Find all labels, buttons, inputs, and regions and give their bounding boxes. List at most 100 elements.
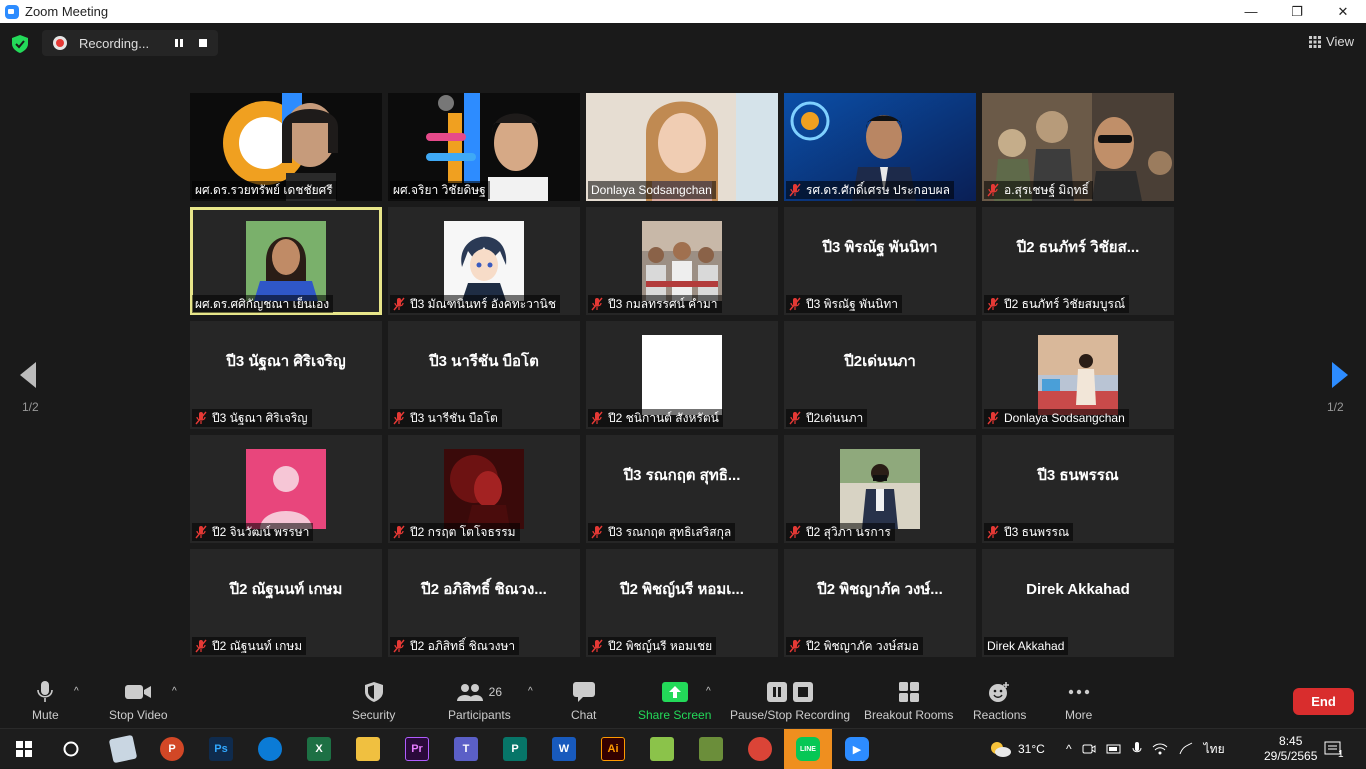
illustrator-icon[interactable]: Ai xyxy=(601,737,625,761)
meet-now-icon[interactable] xyxy=(1082,742,1096,756)
participant-tile[interactable]: Direk Akkahad Direk Akkahad xyxy=(982,549,1174,657)
participant-tile[interactable]: ปี2 อภิสิทธิ์ ชิณวง... ปี2 อภิสิทธิ์ ชิณ… xyxy=(388,549,580,657)
excel-icon[interactable]: X xyxy=(307,737,331,761)
participant-tile[interactable]: ปี3 มัณฑนินทร์ อังคทะวานิช xyxy=(388,207,580,315)
zoom-taskbar-icon[interactable]: ▶ xyxy=(845,737,869,761)
weather-widget[interactable]: 31°C xyxy=(988,729,1045,769)
participant-tile[interactable]: ปี3 ธนพรรณ ปี3 ธนพรรณ xyxy=(982,435,1174,543)
participant-tile[interactable]: รศ.ดร.ศักดิ์เศรษ ประกอบผล xyxy=(784,93,976,201)
participant-name-label: ผศ.ดร.รวยทรัพย์ เดชชัยศรี xyxy=(192,181,337,199)
participant-tile[interactable]: ปี2 สุวิภา นรการ xyxy=(784,435,976,543)
participant-name-label: ปี3 มัณฑนินทร์ อังคทะวานิช xyxy=(390,295,560,313)
mute-options-caret-icon[interactable]: ^ xyxy=(74,686,79,697)
line-chat-icon[interactable]: LINE xyxy=(796,737,820,761)
default-avatar-icon xyxy=(246,449,326,529)
more-button[interactable]: More xyxy=(1065,680,1092,722)
publisher-icon[interactable]: P xyxy=(503,737,527,761)
participant-tile[interactable]: ปี3 รณกฤต สุทธิ... ปี3 รณกฤต สุทธิเสริสก… xyxy=(586,435,778,543)
view-button[interactable]: View xyxy=(1309,34,1354,49)
participant-name-label: ปี2 สุวิภา นรการ xyxy=(786,523,895,541)
share-screen-button[interactable]: Share Screen xyxy=(638,680,711,722)
participant-tile[interactable]: ปี2 พิชญ์นรี หอมเ... ปี2 พิชญ์นรี หอมเชย xyxy=(586,549,778,657)
chat-button[interactable]: Chat xyxy=(571,680,596,722)
participant-tile[interactable]: Donlaya Sodsangchan xyxy=(586,93,778,201)
photoshop-icon[interactable]: Ps xyxy=(209,737,233,761)
video-options-caret-icon[interactable]: ^ xyxy=(172,686,177,697)
file-explorer-icon[interactable] xyxy=(356,737,380,761)
participant-tile[interactable]: ผศ.จริยา วิชัยดิษฐ xyxy=(388,93,580,201)
stop-video-button[interactable]: Stop Video xyxy=(109,680,168,722)
minecraft-icon[interactable] xyxy=(699,737,723,761)
participant-display-name: Direk Akkahad xyxy=(1026,580,1130,598)
participant-tile[interactable]: ปี2เด่นนภา ปี2เด่นนภา xyxy=(784,321,976,429)
premiere-icon[interactable]: Pr xyxy=(405,737,429,761)
participants-button[interactable]: 26 Participants xyxy=(448,680,511,722)
participant-tile[interactable]: ปี2 กรฤต โตโจธรรม xyxy=(388,435,580,543)
participant-name-label: ปี2 อภิสิทธิ์ ชิณวงษา xyxy=(390,637,520,655)
maximize-button[interactable]: ❐ xyxy=(1274,0,1320,23)
participant-name-label: ปี3 รณกฤต สุทธิเสริสกุล xyxy=(588,523,736,541)
muted-mic-icon xyxy=(591,639,603,653)
search-circle-icon[interactable] xyxy=(63,741,79,757)
chrome-icon[interactable] xyxy=(748,737,772,761)
close-button[interactable]: ✕ xyxy=(1320,0,1366,23)
pause-recording-button[interactable] xyxy=(169,33,189,53)
participant-name-label: ปี3 นารีชัน บือโต xyxy=(390,409,502,427)
tray-chevron-up-icon[interactable]: ^ xyxy=(1066,742,1072,756)
input-language[interactable]: ไทย xyxy=(1204,740,1225,759)
mute-button[interactable]: Mute xyxy=(32,680,59,722)
participant-tile[interactable]: Donlaya Sodsangchan xyxy=(982,321,1174,429)
previous-page-arrow-icon[interactable] xyxy=(14,360,44,390)
participant-display-name: ปี3 นัฐณา ศิริเจริญ xyxy=(226,353,346,370)
participant-name-label: ปี2 พิชญ์นรี หอมเชย xyxy=(588,637,717,655)
participant-tile[interactable]: ปี3 นัฐณา ศิริเจริญ ปี3 นัฐณา ศิริเจริญ xyxy=(190,321,382,429)
stop-recording-button[interactable] xyxy=(193,33,213,53)
participant-avatar xyxy=(642,335,722,415)
participant-tile[interactable]: ปี2 จินวัฒน์ พรรษา xyxy=(190,435,382,543)
encryption-shield-icon[interactable] xyxy=(12,35,28,53)
wifi-icon[interactable] xyxy=(1152,743,1168,755)
participant-tile[interactable]: ปี3 กมลทรรศน์ คำมา xyxy=(586,207,778,315)
pen-ink-icon[interactable] xyxy=(1178,742,1194,756)
participant-display-name: ปี2 ธนภัทร์ วิชัยส... xyxy=(1016,239,1140,256)
minimize-button[interactable]: — xyxy=(1228,0,1274,23)
participant-name-label: ปี2 ธนภัทร์ วิชัยสมบูรณ์ xyxy=(984,295,1130,313)
chat-bubble-icon xyxy=(572,682,595,702)
participant-tile[interactable]: ปี2 ธนภัทร์ วิชัยส... ปี2 ธนภัทร์ วิชัยส… xyxy=(982,207,1174,315)
view-label: View xyxy=(1326,34,1354,49)
participant-tile[interactable]: ผศ.ดร.รวยทรัพย์ เดชชัยศรี xyxy=(190,93,382,201)
participant-tile[interactable]: ปี2 ณัฐนนท์ เกษม ปี2 ณัฐนนท์ เกษม xyxy=(190,549,382,657)
participant-tile[interactable]: ปี2 พิชญาภัค วงษ์... ปี2 พิชญาภัค วงษ์สม… xyxy=(784,549,976,657)
pause-stop-recording-button[interactable]: Pause/Stop Recording xyxy=(730,680,850,722)
share-options-caret-icon[interactable]: ^ xyxy=(706,686,711,697)
participant-avatar xyxy=(444,449,524,529)
window-title: Zoom Meeting xyxy=(25,4,109,19)
battery-icon[interactable] xyxy=(1106,743,1122,755)
word-icon[interactable]: W xyxy=(552,737,576,761)
participant-tile[interactable]: ปี3 พิรณัฐ พันนิทา ปี3 พิรณัฐ พันนิทา xyxy=(784,207,976,315)
powerpoint-icon[interactable]: P xyxy=(160,737,184,761)
tray-microphone-icon[interactable] xyxy=(1132,742,1142,756)
participant-tile[interactable]: ปี3 นารีชัน บือโต ปี3 นารีชัน บือโต xyxy=(388,321,580,429)
windows-start-icon[interactable] xyxy=(16,741,32,757)
muted-mic-icon xyxy=(789,525,801,539)
notifications-button[interactable]: 1 xyxy=(1324,729,1344,769)
teams-icon[interactable]: T xyxy=(454,737,478,761)
breakout-rooms-button[interactable]: Breakout Rooms xyxy=(864,680,953,722)
pause-stop-recording-icon xyxy=(767,682,814,702)
bluestacks-icon[interactable] xyxy=(650,737,674,761)
participants-options-caret-icon[interactable]: ^ xyxy=(528,686,533,697)
security-button[interactable]: Security xyxy=(352,680,395,722)
muted-mic-icon xyxy=(789,411,801,425)
clock[interactable]: 8:45 29/5/2565 xyxy=(1264,729,1317,769)
edge-browser-icon[interactable] xyxy=(258,737,282,761)
participant-tile[interactable]: อ.สุรเชษฐ์ มิฤทธิ์ xyxy=(982,93,1174,201)
end-meeting-button[interactable]: End xyxy=(1293,688,1354,715)
next-page-arrow-icon[interactable] xyxy=(1324,360,1354,390)
more-dots-icon xyxy=(1068,689,1089,695)
participant-tile-active-speaker[interactable]: ผศ.ดร.ศศิกัญชณา เย็นเอง xyxy=(190,207,382,315)
notebook-app-icon[interactable] xyxy=(108,734,138,764)
participant-display-name: ปี2เด่นนภา xyxy=(844,353,916,370)
participant-tile[interactable]: ปี2 ชนิกานต์ สังหรัตน์ xyxy=(586,321,778,429)
reactions-button[interactable]: Reactions xyxy=(973,680,1026,722)
